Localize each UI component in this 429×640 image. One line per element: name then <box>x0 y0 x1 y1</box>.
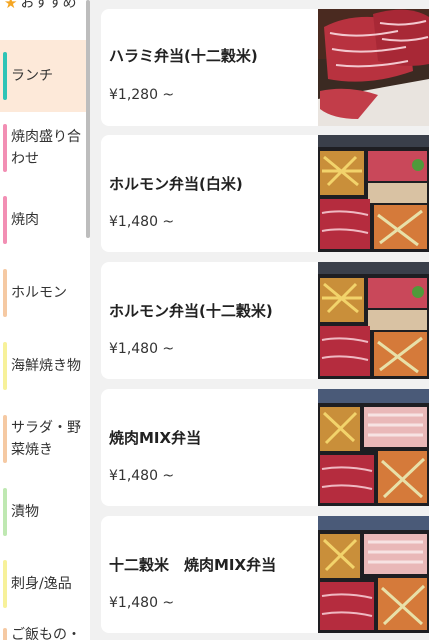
sidebar-item-recommended[interactable]: ★ おすすめ <box>0 0 90 14</box>
sidebar-item-salad-vegetables[interactable]: サラダ・野菜焼き <box>0 403 90 475</box>
sidebar-item-label: ランチ <box>11 68 53 84</box>
product-price: ¥1,480 ~ <box>109 214 175 230</box>
category-accent-bar <box>3 488 7 536</box>
category-accent-bar <box>3 269 7 317</box>
sidebar-item-horumon[interactable]: ホルモン <box>0 257 90 329</box>
sidebar-scrollbar[interactable] <box>86 0 90 238</box>
sidebar-item-label: サラダ・野菜焼き <box>11 420 81 458</box>
category-accent-bar <box>3 628 7 640</box>
sidebar-item-label: ご飯もの・ <box>11 627 81 640</box>
sidebar-item-seafood[interactable]: 海鮮焼き物 <box>0 330 90 402</box>
star-icon: ★ <box>4 0 18 12</box>
sidebar-item-rice-dishes[interactable]: ご飯もの・ <box>0 620 90 640</box>
product-name: 十二穀米 焼肉MIX弁当 <box>109 556 277 574</box>
sidebar-item-pickles[interactable]: 漬物 <box>0 476 90 548</box>
bento-box-photo-icon <box>318 389 429 506</box>
product-price: ¥1,480 ~ <box>109 595 175 611</box>
product-card[interactable]: 焼肉MIX弁当 ¥1,480 ~ <box>101 389 429 506</box>
product-name: ホルモン弁当(白米) <box>109 175 243 193</box>
sidebar-item-label: 焼肉 <box>11 212 39 228</box>
sidebar-item-sashimi[interactable]: 刺身/逸品 <box>0 548 90 620</box>
product-image[interactable] <box>318 516 429 633</box>
product-card[interactable]: ハラミ弁当(十二穀米) ¥1,280 ~ <box>101 9 429 126</box>
product-card[interactable]: ホルモン弁当(十二穀米) ¥1,480 ~ <box>101 262 429 379</box>
category-sidebar: ★ おすすめ ランチ 焼肉盛り合わせ 焼肉 ホルモン 海鮮焼き物 サラダ・野菜焼… <box>0 0 90 640</box>
bento-box-photo-icon <box>318 262 429 379</box>
sidebar-item-label: 焼肉盛り合わせ <box>11 129 81 167</box>
bento-box-photo-icon <box>318 135 429 252</box>
sidebar-item-label: ホルモン <box>11 285 67 301</box>
product-image[interactable] <box>318 389 429 506</box>
product-price: ¥1,480 ~ <box>109 468 175 484</box>
sidebar-item-yakiniku-platter[interactable]: 焼肉盛り合わせ <box>0 112 90 184</box>
sidebar-item-label: 海鮮焼き物 <box>11 358 81 374</box>
product-name: ハラミ弁当(十二穀米) <box>109 47 258 65</box>
product-name: 焼肉MIX弁当 <box>109 429 202 447</box>
product-card[interactable]: ホルモン弁当(白米) ¥1,480 ~ <box>101 135 429 252</box>
product-price: ¥1,480 ~ <box>109 341 175 357</box>
sliced-beef-photo-icon <box>318 9 429 126</box>
product-card[interactable]: 十二穀米 焼肉MIX弁当 ¥1,480 ~ <box>101 516 429 633</box>
sidebar-item-label: 刺身/逸品 <box>11 576 72 592</box>
category-accent-bar <box>3 342 7 390</box>
product-image[interactable] <box>318 135 429 252</box>
sidebar-item-label: おすすめ <box>20 0 77 11</box>
sidebar-item-lunch[interactable]: ランチ <box>0 40 90 112</box>
product-price: ¥1,280 ~ <box>109 87 175 103</box>
bento-box-photo-icon <box>318 516 429 633</box>
product-name: ホルモン弁当(十二穀米) <box>109 302 273 320</box>
category-accent-bar <box>3 415 7 463</box>
category-accent-bar <box>3 196 7 244</box>
sidebar-item-yakiniku[interactable]: 焼肉 <box>0 184 90 256</box>
sidebar-item-label: 漬物 <box>11 504 39 520</box>
category-accent-bar <box>3 52 7 100</box>
product-image[interactable] <box>318 262 429 379</box>
category-accent-bar <box>3 124 7 172</box>
product-image[interactable] <box>318 9 429 126</box>
category-accent-bar <box>3 560 7 608</box>
